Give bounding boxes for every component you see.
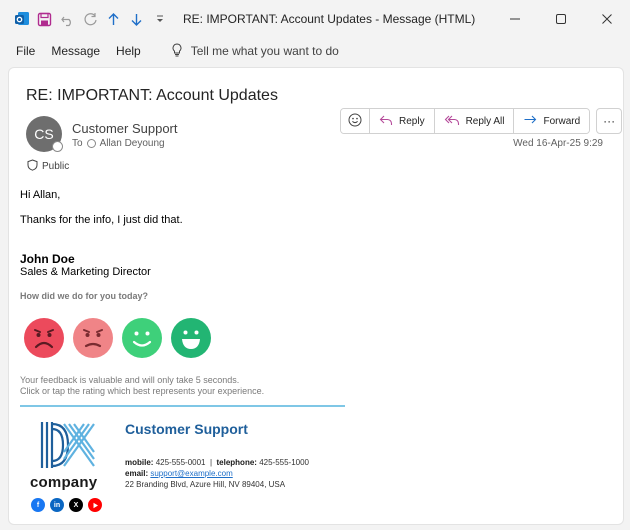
mobile-number: 425-555-0001	[155, 458, 206, 467]
contact-phones: mobile: 425-555-0001 | telephone: 425-55…	[125, 458, 309, 467]
facebook-icon[interactable]: f	[31, 498, 45, 512]
telephone-number: 425-555-1000	[259, 458, 310, 467]
shield-icon	[27, 159, 38, 174]
rating-question: How did we do for you today?	[20, 291, 148, 301]
body-text: Thanks for the info, I just did that.	[20, 214, 183, 226]
minimize-icon[interactable]	[492, 0, 538, 38]
reaction-button[interactable]	[341, 109, 370, 133]
menu-help[interactable]: Help	[108, 44, 149, 58]
emoji-icon	[348, 113, 362, 130]
feedback-note: Your feedback is valuable and will only …	[20, 375, 264, 397]
satisfied-face-icon[interactable]	[122, 318, 162, 358]
sender-name[interactable]: Customer Support	[72, 121, 178, 136]
signature-title: Sales & Marketing Director	[20, 266, 151, 278]
more-icon: ···	[603, 114, 616, 128]
signature-name: John Doe	[20, 252, 75, 266]
email-link[interactable]: support@example.com	[150, 469, 232, 478]
reply-label: Reply	[399, 115, 425, 127]
very-satisfied-face-icon[interactable]	[171, 318, 211, 358]
close-icon[interactable]	[584, 0, 630, 38]
reply-all-button[interactable]: Reply All	[434, 109, 515, 133]
linkedin-icon[interactable]: in	[50, 498, 64, 512]
social-links: f in X	[31, 498, 102, 512]
outlook-app-icon	[10, 7, 33, 31]
email-label: email:	[125, 469, 149, 478]
forward-icon	[523, 114, 537, 129]
rating-faces	[24, 318, 211, 358]
signature-divider	[20, 405, 345, 407]
company-wordmark: company	[30, 474, 98, 491]
feedback-line-2: Click or tap the rating which best repre…	[20, 386, 265, 396]
customize-toolbar-icon[interactable]	[148, 7, 171, 31]
body-greeting: Hi Allan,	[20, 189, 61, 201]
lightbulb-icon	[171, 42, 183, 60]
feedback-line-1: Your feedback is valuable and will only …	[20, 375, 240, 385]
save-icon[interactable]	[33, 7, 56, 31]
reply-icon	[379, 114, 393, 129]
action-group: Reply Reply All Forward	[340, 108, 591, 134]
tell-me-search[interactable]: Tell me what you want to do	[171, 42, 339, 60]
reply-all-label: Reply All	[465, 115, 505, 127]
message-actions: Reply Reply All Forward ···	[340, 108, 623, 134]
menu-message[interactable]: Message	[43, 44, 108, 58]
recipient-name[interactable]: Allan Deyoung	[100, 138, 165, 149]
menu-bar: File Message Help Tell me what you want …	[0, 38, 630, 64]
sensitivity-text: Public	[42, 161, 70, 172]
tell-me-label: Tell me what you want to do	[190, 44, 339, 58]
dissatisfied-face-icon[interactable]	[73, 318, 113, 358]
company-logo-icon	[40, 422, 95, 468]
reply-button[interactable]: Reply	[370, 109, 435, 133]
very-dissatisfied-face-icon[interactable]	[24, 318, 64, 358]
signature-department: Customer Support	[125, 421, 248, 437]
telephone-label: telephone:	[216, 458, 257, 467]
previous-item-icon[interactable]	[102, 7, 125, 31]
avatar-initials: CS	[34, 126, 54, 142]
phone-separator: |	[209, 458, 213, 467]
recipient-line: To Allan Deyoung	[72, 138, 165, 149]
sensitivity-label: Public	[27, 159, 69, 174]
contact-email: email: support@example.com	[125, 469, 233, 478]
window-title: RE: IMPORTANT: Account Updates - Message…	[183, 12, 476, 26]
mobile-label: mobile:	[125, 458, 154, 467]
redo-icon[interactable]	[79, 7, 102, 31]
message-subject: RE: IMPORTANT: Account Updates	[26, 87, 278, 104]
x-icon[interactable]: X	[69, 498, 83, 512]
maximize-icon[interactable]	[538, 0, 584, 38]
recipient-presence-icon	[86, 139, 96, 148]
forward-label: Forward	[543, 115, 581, 127]
title-bar: RE: IMPORTANT: Account Updates - Message…	[0, 0, 630, 38]
presence-status-icon	[52, 141, 63, 152]
message-date: Wed 16-Apr-25 9:29	[513, 138, 603, 149]
undo-icon[interactable]	[56, 7, 79, 31]
more-actions-button[interactable]: ···	[596, 108, 623, 134]
reply-all-icon	[444, 114, 460, 129]
next-item-icon[interactable]	[125, 7, 148, 31]
menu-file[interactable]: File	[8, 44, 43, 58]
youtube-icon[interactable]	[88, 498, 102, 512]
forward-button[interactable]: Forward	[514, 109, 590, 133]
message-panel: RE: IMPORTANT: Account Updates CS Custom…	[8, 67, 624, 525]
to-label: To	[72, 138, 83, 149]
contact-address: 22 Branding Blvd, Azure Hill, NV 89404, …	[125, 480, 286, 489]
